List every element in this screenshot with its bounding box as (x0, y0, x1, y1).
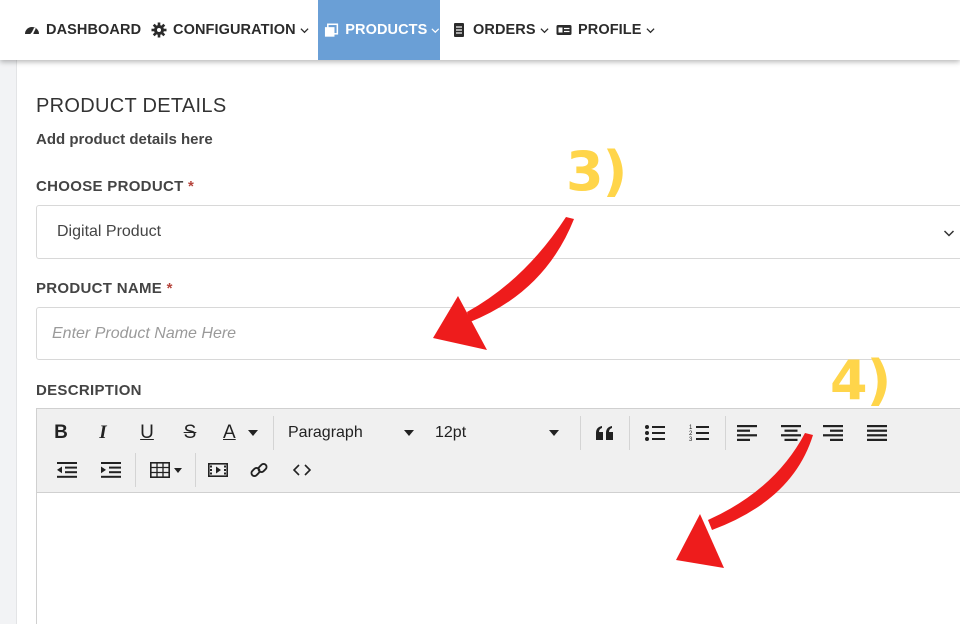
toolbar-separator (629, 416, 630, 450)
align-center-icon (781, 425, 801, 441)
strikethrough-glyph: S (183, 422, 197, 443)
nav-profile[interactable]: PROFILE (556, 0, 655, 60)
chevron-down-icon (943, 230, 955, 237)
strikethrough-button[interactable]: S (174, 416, 206, 450)
bold-glyph: B (54, 422, 68, 443)
product-name-label: PRODUCT NAME * (36, 280, 173, 297)
products-icon (324, 23, 339, 37)
bold-button[interactable]: B (45, 416, 77, 450)
bullet-list-icon (645, 425, 665, 441)
step-4-label: 4) (830, 349, 891, 412)
block-format-select[interactable]: Paragraph (280, 416, 420, 450)
caret-down-icon (404, 430, 414, 436)
toolbar-separator (580, 416, 581, 450)
dashboard-icon (25, 27, 39, 36)
align-left-icon (737, 425, 757, 441)
caret-down-icon (247, 430, 258, 436)
align-center-button[interactable] (773, 416, 809, 450)
align-right-button[interactable] (815, 416, 851, 450)
outdent-button[interactable] (47, 453, 87, 487)
caret-down-icon (174, 467, 182, 473)
choose-product-label-text: CHOOSE PRODUCT (36, 178, 184, 195)
indent-button[interactable] (91, 453, 131, 487)
choose-product-select[interactable]: Digital Product (36, 205, 960, 259)
italic-button[interactable]: I (87, 416, 119, 450)
align-justify-icon (867, 425, 887, 441)
toolbar-separator (725, 416, 726, 450)
code-button[interactable] (283, 453, 321, 487)
caret-down-icon (549, 430, 559, 436)
link-icon (250, 463, 268, 477)
choose-product-label: CHOOSE PRODUCT * (36, 178, 194, 195)
required-mark: * (188, 178, 195, 195)
page-subtitle: Add product details here (36, 131, 213, 148)
nav-products-label: PRODUCTS (345, 22, 428, 38)
profile-card-icon (556, 25, 572, 35)
toolbar-separator (135, 453, 136, 487)
nav-dashboard[interactable]: DASHBOARD (24, 0, 141, 60)
product-name-label-text: PRODUCT NAME (36, 280, 163, 297)
text-color-button[interactable]: A (217, 416, 269, 450)
nav-orders-label: ORDERS (473, 22, 536, 38)
gear-icon (151, 22, 167, 38)
toolbar-separator (195, 453, 196, 487)
underline-glyph: U (140, 422, 154, 443)
numbered-list-icon: 123 (689, 425, 709, 443)
blockquote-icon (596, 426, 613, 440)
align-right-icon (823, 425, 843, 441)
block-format-value: Paragraph (288, 424, 363, 441)
left-rail (0, 60, 17, 624)
orders-icon (454, 23, 464, 37)
nav-configuration[interactable]: CONFIGURATION (151, 0, 309, 60)
chevron-down-icon (431, 27, 440, 33)
description-label: DESCRIPTION (36, 382, 142, 399)
chevron-down-icon (540, 27, 549, 33)
svg-text:3: 3 (689, 437, 693, 443)
indent-icon (101, 462, 121, 478)
media-icon (208, 463, 228, 477)
toolbar-separator (273, 416, 274, 450)
align-left-button[interactable] (729, 416, 765, 450)
step-3-label: 3) (566, 140, 627, 203)
align-justify-button[interactable] (859, 416, 895, 450)
table-icon (150, 462, 170, 478)
bullet-list-button[interactable] (637, 416, 673, 450)
chevron-down-icon (646, 27, 655, 33)
link-button[interactable] (240, 453, 278, 487)
required-mark: * (166, 280, 173, 297)
font-size-select[interactable]: 12pt (427, 416, 565, 450)
text-color-glyph: A (223, 422, 236, 443)
italic-glyph: I (99, 422, 107, 443)
numbered-list-button[interactable]: 123 (681, 416, 717, 450)
product-name-input[interactable] (36, 307, 960, 360)
outdent-icon (57, 462, 77, 478)
table-button[interactable] (141, 453, 191, 487)
editor-content-area[interactable] (37, 493, 960, 624)
nav-configuration-label: CONFIGURATION (173, 22, 296, 38)
choose-product-value: Digital Product (57, 223, 162, 240)
nav-products[interactable]: PRODUCTS (318, 0, 440, 60)
chevron-down-icon (300, 27, 309, 33)
top-navbar: DASHBOARD CONFIGURATION PRODUCTS ORDERS … (0, 0, 960, 60)
description-editor: B I U S A Paragraph 12pt 1 2 3 (36, 408, 960, 624)
editor-toolbar: B I U S A Paragraph 12pt 1 2 3 (37, 409, 960, 493)
code-icon (293, 464, 311, 476)
underline-button[interactable]: U (131, 416, 163, 450)
nav-profile-label: PROFILE (578, 22, 642, 38)
font-size-value: 12pt (435, 424, 467, 441)
page-title: PRODUCT DETAILS (36, 95, 227, 117)
blockquote-button[interactable] (587, 416, 623, 450)
nav-dashboard-label: DASHBOARD (46, 22, 142, 38)
media-button[interactable] (199, 453, 237, 487)
nav-orders[interactable]: ORDERS (451, 0, 549, 60)
